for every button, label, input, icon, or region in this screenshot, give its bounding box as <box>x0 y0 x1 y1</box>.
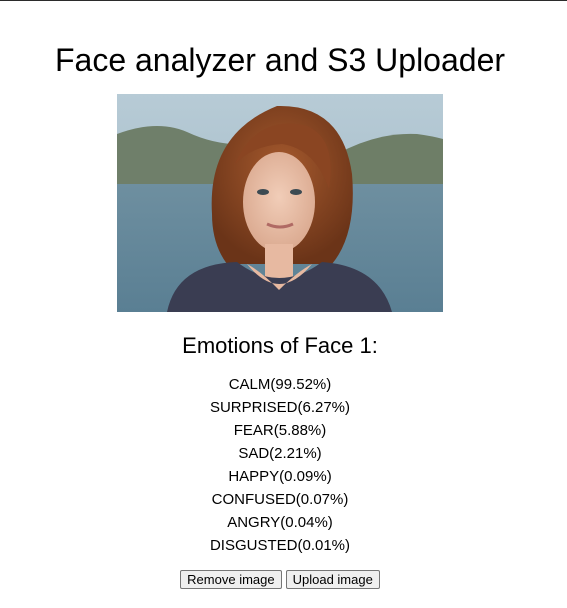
emotion-item: ANGRY(0.04%) <box>227 514 333 531</box>
emotion-item: FEAR(5.88%) <box>233 422 327 439</box>
emotion-item: CONFUSED(0.07%) <box>211 491 349 508</box>
emotion-item: DISGUSTED(0.01%) <box>209 537 351 554</box>
emotion-item: CALM(99.52%) <box>228 376 332 393</box>
emotion-item: SURPRISED(6.27%) <box>209 399 351 416</box>
emotion-item: HAPPY(0.09%) <box>228 468 332 485</box>
page-title: Face analyzer and S3 Uploader <box>54 42 506 78</box>
emotion-item: SAD(2.21%) <box>238 445 322 462</box>
emotions-heading: Emotions of Face 1: <box>182 333 378 358</box>
action-buttons: Remove image Upload image <box>0 570 560 589</box>
remove-image-button[interactable]: Remove image <box>180 570 282 589</box>
emotions-list: CALM(99.52%) SURPRISED(6.27%) FEAR(5.88%… <box>0 373 560 557</box>
uploaded-face-image <box>117 94 443 312</box>
upload-image-button[interactable]: Upload image <box>285 570 380 589</box>
page: Face analyzer and S3 Uploader Emotions o… <box>0 0 567 608</box>
